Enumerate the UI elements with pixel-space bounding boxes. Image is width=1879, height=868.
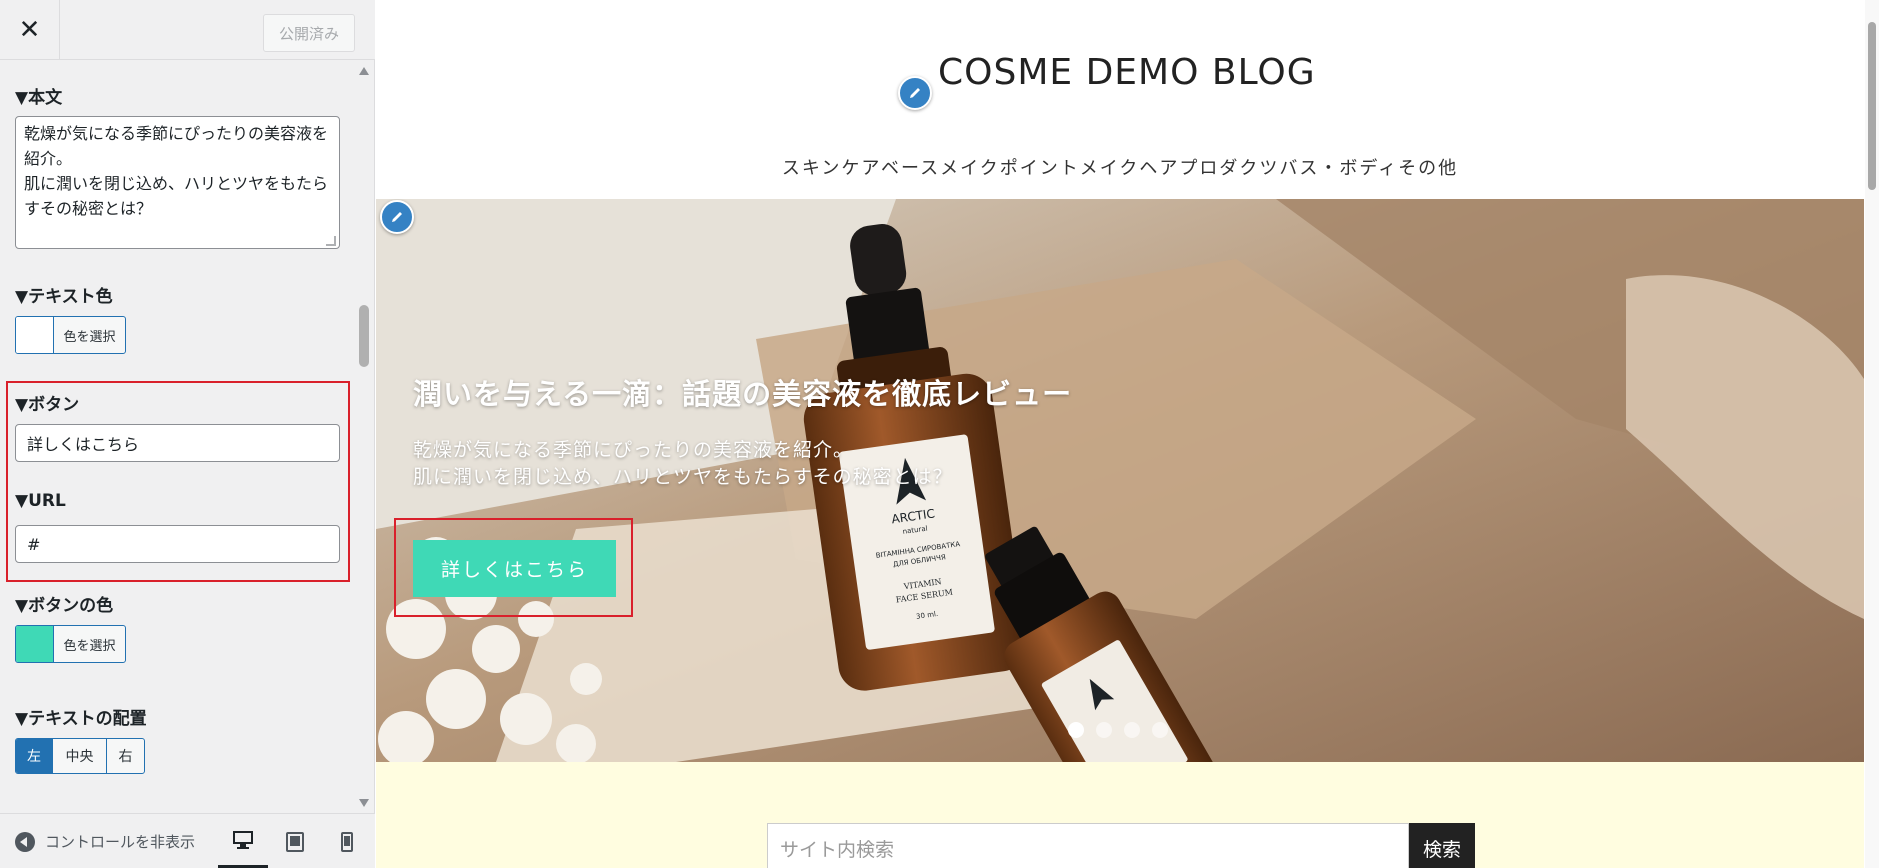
tablet-icon <box>286 831 304 852</box>
desktop-preview-button[interactable] <box>218 814 268 868</box>
hero-slider: ARCTIC natural ВІТАМІННА СИРОВАТКА ДЛЯ О… <box>376 199 1864 762</box>
mobile-icon <box>341 831 353 852</box>
hero-text-line2: 肌に潤いを閉じ込め、ハリとツヤをもたらすその秘密とは？ <box>413 466 953 488</box>
hero-cta-button[interactable]: 詳しくはこちら <box>413 540 616 597</box>
resize-grip-icon[interactable] <box>326 236 336 246</box>
button-color-picker[interactable]: 色を選択 <box>15 625 126 663</box>
desktop-icon <box>233 830 253 849</box>
hero-edit-shortcut[interactable] <box>380 200 414 234</box>
mobile-preview-button[interactable] <box>322 814 372 868</box>
scroll-down-arrow-icon[interactable] <box>359 799 369 807</box>
title-edit-shortcut[interactable] <box>898 76 932 110</box>
text-color-swatch <box>16 317 54 353</box>
button-color-swatch <box>16 626 54 662</box>
site-preview: COSME DEMO BLOG スキンケアベースメイクポイントメイクヘアプロダク… <box>375 0 1879 868</box>
align-right-button[interactable]: 右 <box>107 739 144 773</box>
slider-dot[interactable] <box>1124 722 1140 738</box>
pencil-icon <box>910 88 920 98</box>
preview-scrollbar[interactable] <box>1865 0 1879 868</box>
button-color-picker-label: 色を選択 <box>63 638 116 654</box>
pencil-icon <box>392 212 402 222</box>
tablet-preview-button[interactable] <box>270 814 320 868</box>
slider-dot[interactable] <box>1068 722 1084 738</box>
collapse-icon <box>15 831 35 852</box>
text-color-picker-label: 色を選択 <box>63 329 116 345</box>
sidebar-footer: コントロールを非表示 <box>0 813 375 868</box>
collapse-controls-button[interactable]: コントロールを非表示 <box>15 814 210 868</box>
preview-scroll-thumb[interactable] <box>1868 22 1876 190</box>
sidebar-header: ✕ 公開済み <box>0 0 375 60</box>
slider-dot[interactable] <box>1096 722 1112 738</box>
site-title[interactable]: COSME DEMO BLOG <box>938 52 1316 93</box>
publish-button[interactable]: 公開済み <box>263 14 355 52</box>
align-center-button[interactable]: 中央 <box>53 739 107 773</box>
body-section-title: ▼本文 <box>15 88 63 108</box>
align-left-button[interactable]: 左 <box>16 739 53 773</box>
text-color-section-title: ▼テキスト色 <box>15 287 113 307</box>
sidebar-scrollbar[interactable] <box>356 61 372 813</box>
slider-dot[interactable] <box>1152 722 1168 738</box>
sidebar-controls: ▼本文 乾燥が気になる季節にぴったりの美容液を紹介。 肌に潤いを閉じ込め、ハリと… <box>0 61 375 813</box>
site-search-input[interactable]: サイト内検索 <box>767 823 1409 868</box>
search-area: サイト内検索 検索 <box>376 762 1864 868</box>
customizer-sidebar: ✕ 公開済み ▼本文 乾燥が気になる季節にぴったりの美容液を紹介。 肌に潤いを閉… <box>0 0 375 868</box>
slider-dots <box>1068 722 1168 738</box>
text-align-group: 左 中央 右 <box>15 738 145 774</box>
collapse-label: コントロールを非表示 <box>45 833 196 851</box>
close-button[interactable]: ✕ <box>0 0 60 60</box>
scroll-up-arrow-icon[interactable] <box>359 67 369 75</box>
hero-text-line1: 乾燥が気になる季節にぴったりの美容液を紹介。 <box>413 439 854 461</box>
button-color-section-title: ▼ボタンの色 <box>15 596 114 616</box>
text-align-section-title: ▼テキストの配置 <box>15 709 147 729</box>
text-color-picker[interactable]: 色を選択 <box>15 316 126 354</box>
site-search-button[interactable]: 検索 <box>1409 823 1475 868</box>
sidebar-scroll-thumb[interactable] <box>359 305 369 367</box>
hero-title: 潤いを与える一滴：話題の美容液を徹底レビュー <box>413 377 1073 411</box>
highlight-box <box>6 381 350 582</box>
site-nav[interactable]: スキンケアベースメイクポイントメイクヘアプロダクツバス・ボディその他 <box>375 154 1865 180</box>
body-textarea[interactable]: 乾燥が気になる季節にぴったりの美容液を紹介。 肌に潤いを閉じ込め、ハリとツヤをも… <box>15 116 340 249</box>
